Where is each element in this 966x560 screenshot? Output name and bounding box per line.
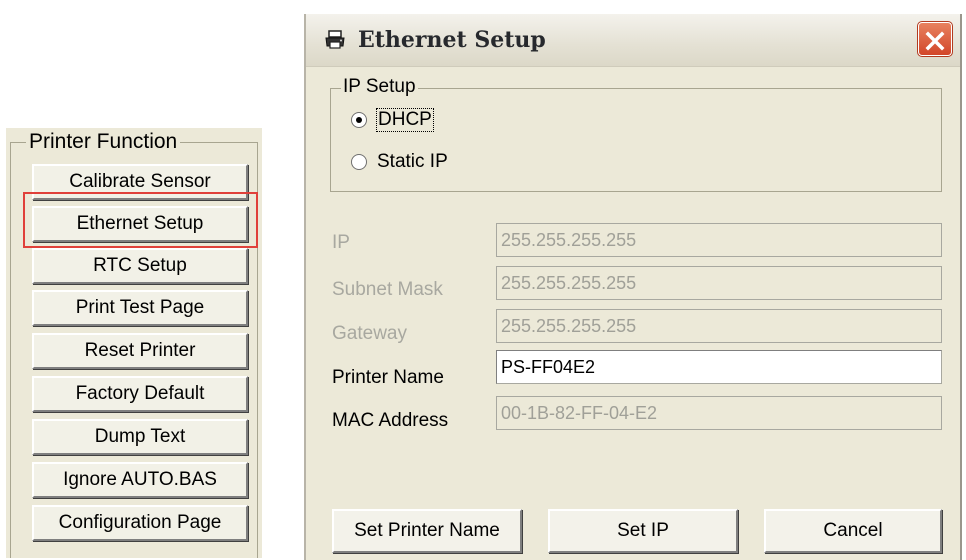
static-ip-radio-option[interactable]: Static IP (351, 149, 448, 175)
close-button[interactable] (917, 21, 953, 57)
close-icon (925, 31, 945, 51)
dhcp-radio-option[interactable]: DHCP (351, 107, 434, 133)
printer-name-field[interactable] (496, 350, 942, 384)
subnet-mask-label: Subnet Mask (332, 279, 443, 300)
ignore-auto-bas-button[interactable]: Ignore AUTO.BAS (32, 462, 248, 498)
calibrate-sensor-button[interactable]: Calibrate Sensor (32, 164, 248, 200)
dhcp-label: DHCP (376, 108, 434, 132)
printer-name-label: Printer Name (332, 367, 444, 388)
cancel-button[interactable]: Cancel (764, 509, 942, 553)
static-ip-label: Static IP (377, 151, 448, 172)
static-ip-radio[interactable] (351, 154, 367, 170)
ip-setup-label: IP Setup (341, 76, 418, 98)
dialog-title: Ethernet Setup (358, 27, 546, 53)
print-test-page-button[interactable]: Print Test Page (32, 290, 248, 326)
printer-icon (324, 30, 346, 50)
configuration-page-button[interactable]: Configuration Page (32, 505, 248, 541)
ethernet-setup-dialog: Ethernet Setup IP Setup DHCP Static IP I… (304, 14, 962, 560)
gateway-label: Gateway (332, 323, 407, 344)
ip-setup-group: IP Setup DHCP Static IP (330, 76, 942, 192)
ethernet-setup-button[interactable]: Ethernet Setup (32, 206, 248, 242)
reset-printer-button[interactable]: Reset Printer (32, 333, 248, 369)
subnet-mask-field[interactable] (496, 266, 942, 300)
dump-text-button[interactable]: Dump Text (32, 419, 248, 455)
set-printer-name-button[interactable]: Set Printer Name (332, 509, 522, 553)
rtc-setup-button[interactable]: RTC Setup (32, 248, 248, 284)
printer-function-panel: Printer Function Calibrate Sensor Ethern… (6, 128, 262, 558)
ip-label: IP (332, 232, 350, 253)
dhcp-radio[interactable] (351, 112, 367, 128)
factory-default-button[interactable]: Factory Default (32, 376, 248, 412)
set-ip-button[interactable]: Set IP (548, 509, 738, 553)
gateway-field[interactable] (496, 309, 942, 343)
mac-address-label: MAC Address (332, 410, 449, 431)
printer-function-label: Printer Function (26, 130, 181, 154)
ip-field[interactable] (496, 223, 942, 257)
screenshot: Printer Function Calibrate Sensor Ethern… (0, 0, 966, 560)
mac-address-field[interactable] (496, 396, 942, 430)
dialog-titlebar[interactable]: Ethernet Setup (306, 14, 960, 67)
